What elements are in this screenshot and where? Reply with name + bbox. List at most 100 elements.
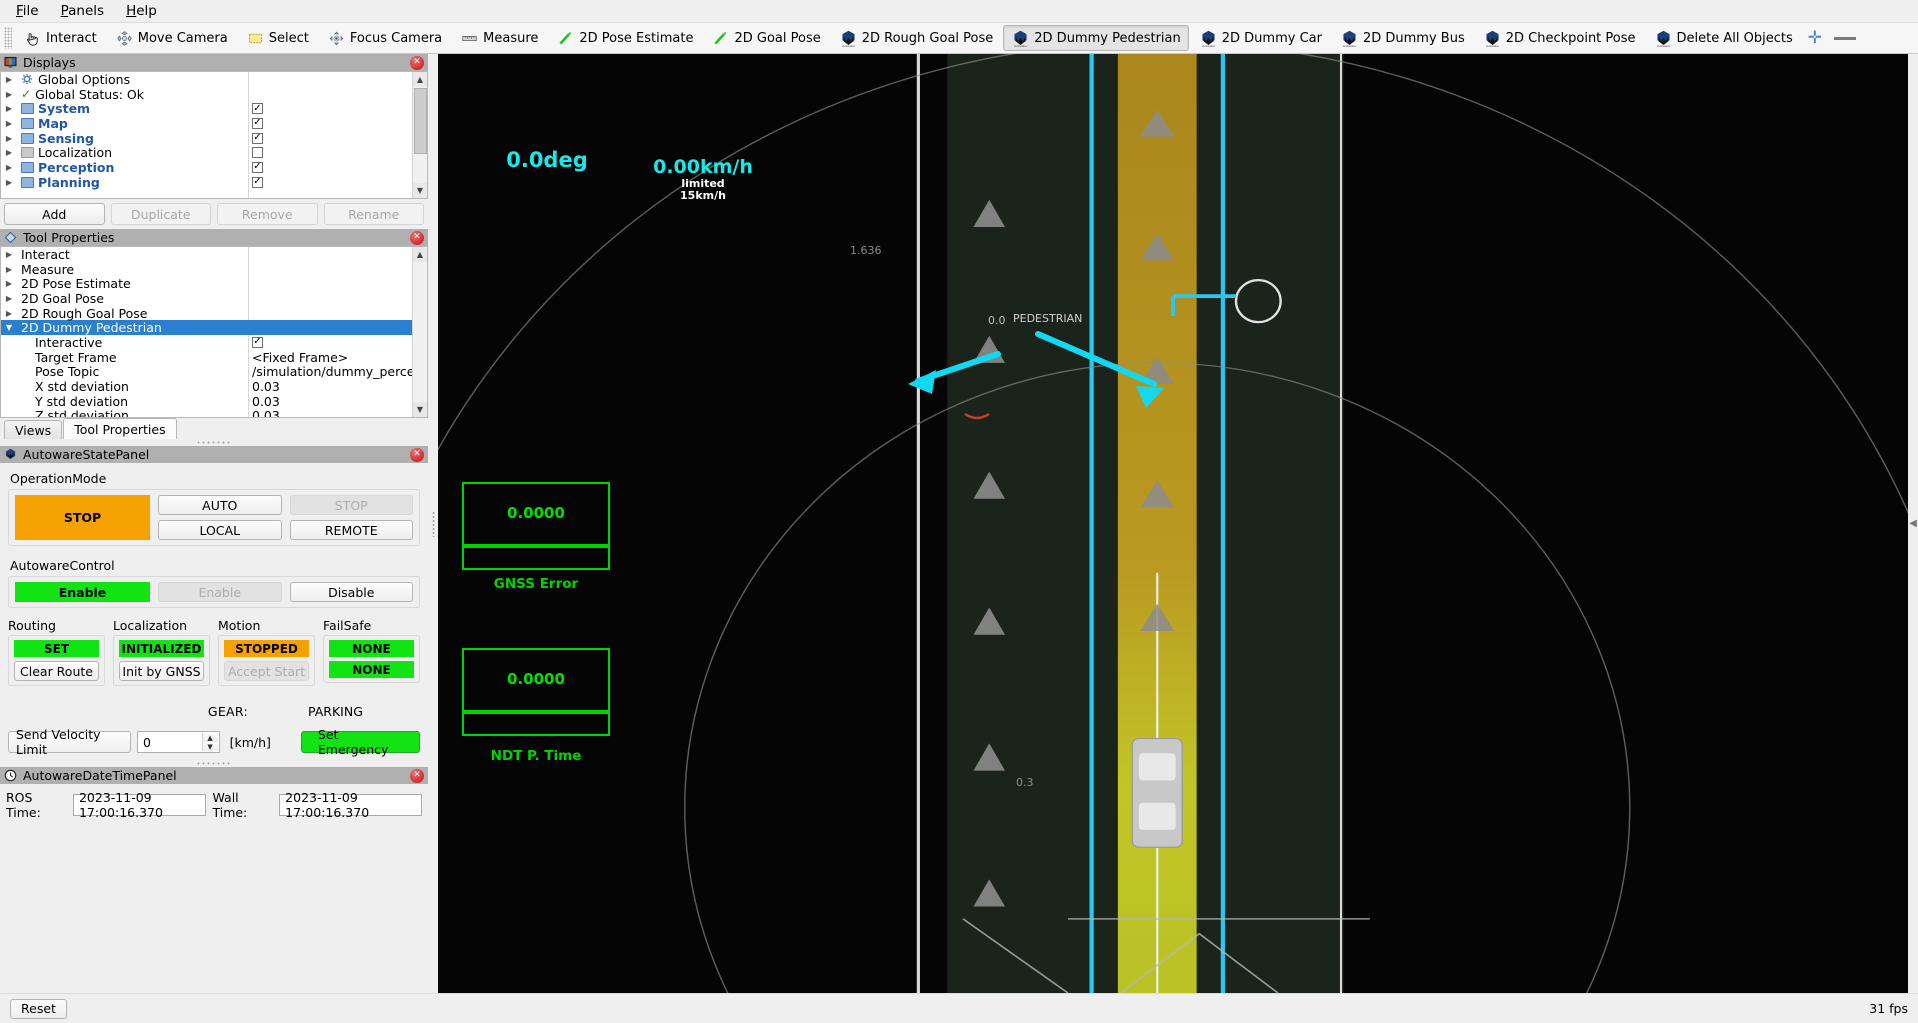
chevron-right-icon[interactable]: ▶ [1,90,17,99]
chevron-right-icon[interactable]: ▶ [1,294,17,303]
chevron-right-icon[interactable]: ▶ [1,279,17,288]
control-disable-button[interactable]: Disable [290,582,414,602]
init-by-gnss-button[interactable]: Init by GNSS [119,661,204,681]
tp-row-interact[interactable]: ▶Interact [1,247,412,262]
dock-splitter-handle[interactable] [0,439,428,446]
tree-row-localization[interactable]: ▶ Localization [1,145,412,160]
tool-focus-camera[interactable]: Focus Camera [319,25,450,51]
chevron-right-icon[interactable]: ▶ [1,75,17,84]
tab-tool-properties[interactable]: Tool Properties [63,418,176,439]
visibility-checkbox[interactable]: ✓ [252,118,263,129]
close-icon[interactable]: ✕ [410,56,424,70]
tree-row-sensing[interactable]: ▶ Sensing ✓ [1,131,412,146]
chevron-right-icon[interactable]: ▶ [1,178,17,187]
auto-button[interactable]: AUTO [158,495,282,515]
stop-button[interactable]: STOP [290,495,414,515]
tp-row-target-frame[interactable]: Target Frame <Fixed Frame> [1,350,412,365]
tree-row-perception[interactable]: ▶ Perception ✓ [1,160,412,175]
tp-row-2d-rough-goal-pose[interactable]: ▶2D Rough Goal Pose [1,306,412,321]
visibility-checkbox[interactable] [252,147,263,158]
tool-2d-checkpoint-pose[interactable]: Autoware 2D Checkpoint Pose [1475,25,1644,51]
displays-tree[interactable]: ▶ Global Options ▶ ✓ Glo [0,71,428,199]
ros-time-value[interactable]: 2023-11-09 17:00:16.370 [73,794,207,816]
clear-route-button[interactable]: Clear Route [14,661,99,681]
close-icon[interactable]: ✕ [410,769,424,783]
stepper-down-icon[interactable]: ▼ [203,742,218,751]
tool-measure[interactable]: Measure [452,25,546,51]
tool-properties-scrollbar[interactable]: ▲ ▼ [412,247,427,417]
plus-icon[interactable]: ✛ [1808,30,1822,47]
remove-button[interactable]: Remove [217,203,318,225]
close-icon[interactable]: ✕ [410,448,424,462]
tool-properties-tree[interactable]: ▶Interact ▶Measure ▶2D Pose Estimate ▶2D… [0,246,428,418]
wall-time-value[interactable]: 2023-11-09 17:00:16.370 [279,794,422,816]
chevron-right-icon[interactable]: ▶ [1,250,17,259]
control-enable-button[interactable]: Enable [158,582,282,602]
tree-row-global-options[interactable]: ▶ Global Options [1,72,412,87]
chevron-down-icon[interactable]: ▼ [1,323,17,332]
minus-icon[interactable] [1834,37,1856,40]
add-button[interactable]: Add [4,203,105,225]
tool-move-camera[interactable]: Move Camera [107,25,236,51]
velocity-limit-stepper[interactable]: ▲ ▼ [137,731,220,753]
toolbar-drag-handle[interactable] [4,27,12,49]
vertical-splitter[interactable] [428,54,438,993]
tool-2d-dummy-car[interactable]: Autoware 2D Dummy Car [1191,25,1330,51]
tp-row-measure[interactable]: ▶Measure [1,262,412,277]
close-icon[interactable]: ✕ [410,231,424,245]
scroll-down-icon[interactable]: ▼ [413,183,428,198]
scroll-up-icon[interactable]: ▲ [413,247,428,262]
set-emergency-button[interactable]: Set Emergency [301,731,420,753]
dock-splitter-handle-2[interactable] [0,760,428,767]
stepper-arrows[interactable]: ▲ ▼ [202,733,218,751]
tool-select[interactable]: Select [238,25,317,51]
remote-button[interactable]: REMOTE [290,520,414,540]
chevron-right-icon[interactable]: ▶ [1,163,17,172]
tree-row-map[interactable]: ▶ Map ✓ [1,116,412,131]
menu-item-help[interactable]: Help [116,1,167,21]
accept-start-button[interactable]: Accept Start [224,661,309,681]
tree-row-planning[interactable]: ▶ Planning ✓ [1,175,412,190]
visibility-checkbox[interactable]: ✓ [252,162,263,173]
tp-row-y-std-deviation[interactable]: Y std deviation 0.03 [1,394,412,409]
scroll-down-icon[interactable]: ▼ [413,402,428,417]
tab-views[interactable]: Views [4,420,62,439]
tool-2d-goal-pose[interactable]: 2D Goal Pose [703,25,828,51]
scrollbar-thumb[interactable] [414,88,427,154]
rename-button[interactable]: Rename [324,203,425,225]
chevron-right-icon[interactable]: ▶ [1,134,17,143]
interactive-checkbox[interactable]: ✓ [252,337,263,348]
send-velocity-limit-button[interactable]: Send Velocity Limit [8,731,131,753]
chevron-right-icon[interactable]: ▶ [1,265,17,274]
tp-row-pose-topic[interactable]: Pose Topic /simulation/dummy_perception_ [1,365,412,380]
displays-scrollbar[interactable]: ▲ ▼ [412,72,427,198]
tool-2d-rough-goal-pose[interactable]: Autoware 2D Rough Goal Pose [831,25,1002,51]
tree-row-global-status[interactable]: ▶ ✓ Global Status: Ok [1,87,412,102]
visibility-checkbox[interactable]: ✓ [252,103,263,114]
tool-delete-all-objects[interactable]: Autoware Delete All Objects [1646,25,1801,51]
tool-2d-dummy-bus[interactable]: Autoware 2D Dummy Bus [1332,25,1473,51]
menu-item-panels[interactable]: Panels [51,1,114,21]
tool-2d-dummy-pedestrian[interactable]: Autoware 2D Dummy Pedestrian [1003,25,1188,51]
stepper-up-icon[interactable]: ▲ [203,733,218,742]
right-dock-expander[interactable]: ◀ [1908,54,1918,993]
render-viewport[interactable]: 0.0deg 0.00km/h limited 15km/h [438,54,1908,993]
scrollbar-track[interactable] [413,155,428,183]
visibility-checkbox[interactable]: ✓ [252,133,263,144]
tree-row-system[interactable]: ▶ System ✓ [1,101,412,116]
chevron-right-icon[interactable]: ▶ [1,104,17,113]
duplicate-button[interactable]: Duplicate [111,203,212,225]
chevron-right-icon[interactable]: ▶ [1,309,17,318]
tp-row-z-std-deviation[interactable]: Z std deviation 0.03 [1,409,412,417]
local-button[interactable]: LOCAL [158,520,282,540]
tp-row-2d-dummy-pedestrian[interactable]: ▼2D Dummy Pedestrian [1,320,412,335]
scrollbar-track[interactable] [413,262,428,402]
scroll-up-icon[interactable]: ▲ [413,72,428,87]
chevron-right-icon[interactable]: ▶ [1,148,17,157]
chevron-right-icon[interactable]: ▶ [1,119,17,128]
tp-row-2d-goal-pose[interactable]: ▶2D Goal Pose [1,291,412,306]
reset-button[interactable]: Reset [10,999,67,1019]
tp-row-x-std-deviation[interactable]: X std deviation 0.03 [1,379,412,394]
tp-row-2d-pose-estimate[interactable]: ▶2D Pose Estimate [1,276,412,291]
visibility-checkbox[interactable]: ✓ [252,177,263,188]
